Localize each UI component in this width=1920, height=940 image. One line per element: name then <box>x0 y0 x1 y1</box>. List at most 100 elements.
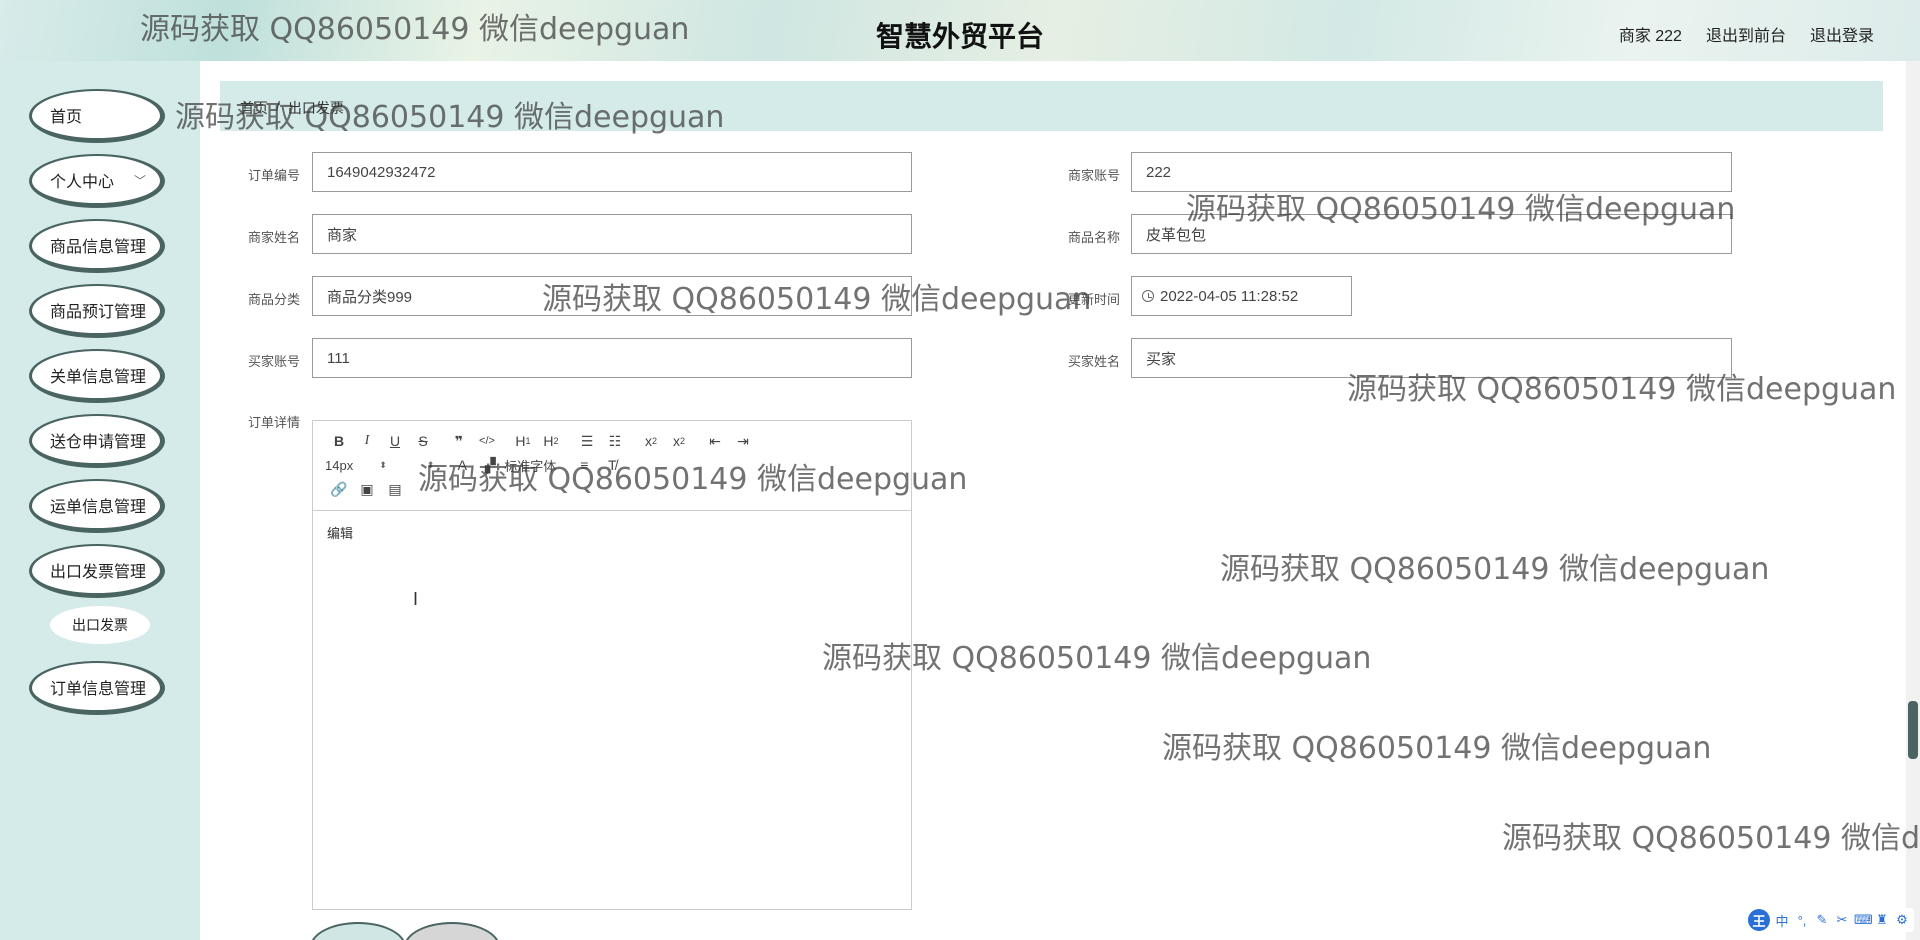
product-category-input[interactable]: 商品分类999 <box>312 276 912 316</box>
update-time-label: 更新时间 <box>1067 292 1120 307</box>
sidebar-item-label: 商品信息管理 <box>50 238 147 256</box>
cancel-button[interactable] <box>404 922 500 940</box>
font-size-select[interactable]: 14px ⬍ <box>325 458 387 473</box>
ordered-list-icon[interactable]: ☰ <box>573 430 601 452</box>
header-1-icon[interactable]: H1 <box>509 430 537 452</box>
ime-toolbar: 王 中 °, ✎ ✂ ⌨ ♜ ⚙ <box>1744 908 1914 932</box>
subscript-icon[interactable]: x2 <box>637 430 665 452</box>
sidebar-item-export-invoice[interactable]: 出口发票管理 <box>29 544 165 598</box>
ime-settings-icon[interactable]: ⚙ <box>1894 912 1910 928</box>
video-icon[interactable]: ▤ <box>381 478 409 500</box>
sidebar-item-order-info[interactable]: 订单信息管理 <box>29 661 165 715</box>
sidebar-item-label: 个人中心 <box>50 173 115 191</box>
breadcrumb-home[interactable]: 首页 <box>240 98 268 118</box>
editor-placeholder: 编辑 <box>327 526 354 541</box>
link-icon[interactable]: 🔗 <box>325 478 353 500</box>
editor-toolbar: B I U S ❞ </> H1 H2 ☰ ☷ x2 x2 ⇤ ⇥ 14px ⬍ … <box>313 421 911 511</box>
select-arrows-icon: ⬍ <box>379 459 387 470</box>
code-block-icon[interactable]: </> <box>473 430 501 452</box>
breadcrumb: 首页 / 出口发票 <box>240 98 344 118</box>
sidebar-item-label: 出口发票管理 <box>50 563 147 581</box>
ime-scissors-icon[interactable]: ✂ <box>1834 912 1850 928</box>
sidebar: 首页 个人中心 ﹀ 商品信息管理 商品预订管理 关单信息管理 送仓申请管理 运单信… <box>0 61 200 940</box>
page-scrollbar[interactable] <box>1906 61 1920 940</box>
font-family-value: 标准字体 <box>504 458 557 474</box>
product-category-label: 商品分类 <box>247 292 300 307</box>
merchant-name-input[interactable]: 商家 <box>312 214 912 254</box>
blockquote-icon[interactable]: ❞ <box>445 430 473 452</box>
ime-keyboard-icon[interactable]: ⌨ <box>1854 912 1873 928</box>
clock-icon <box>1142 290 1154 302</box>
order-no-label: 订单编号 <box>247 168 300 183</box>
scrollbar-thumb[interactable] <box>1908 701 1918 759</box>
sidebar-item-waybill-info[interactable]: 运单信息管理 <box>29 479 165 533</box>
font-family-select[interactable]: 标准字体 <box>504 456 556 475</box>
header-2-icon[interactable]: H2 <box>537 430 565 452</box>
align-icon[interactable]: ≡ <box>570 454 598 476</box>
heading-select[interactable]: ⬍ <box>401 460 435 471</box>
bold-icon[interactable]: B <box>325 430 353 452</box>
ime-language-toggle[interactable]: 中 <box>1774 911 1790 930</box>
clean-format-icon[interactable]: T̸ <box>598 454 626 476</box>
image-icon[interactable]: ▣ <box>353 478 381 500</box>
merchant-account-label: 商家账号 <box>1067 168 1120 183</box>
sidebar-item-product-booking[interactable]: 商品预订管理 <box>29 284 165 338</box>
buyer-account-input[interactable]: 111 <box>312 338 912 378</box>
ime-punctuation-icon[interactable]: °, <box>1794 913 1810 928</box>
indent-icon[interactable]: ⇥ <box>729 430 757 452</box>
product-name-input[interactable]: 皮革包包 <box>1131 214 1732 254</box>
sidebar-item-label: 商品预订管理 <box>50 303 147 321</box>
ime-pen-icon[interactable]: ✎ <box>1814 912 1830 928</box>
order-detail-editor[interactable]: B I U S ❞ </> H1 H2 ☰ ☷ x2 x2 ⇤ ⇥ 14px ⬍ … <box>312 420 912 910</box>
watermark: 源码获取 QQ86050149 微信deepguan <box>1502 821 1920 856</box>
product-name-label: 商品名称 <box>1067 230 1120 245</box>
superscript-icon[interactable]: x2 <box>665 430 693 452</box>
chevron-down-icon: ﹀ <box>133 174 146 188</box>
buyer-account-label: 买家账号 <box>247 354 300 369</box>
merchant-account-input[interactable]: 222 <box>1131 152 1732 192</box>
sidebar-item-label: 首页 <box>50 108 83 126</box>
sidebar-item-product-info[interactable]: 商品信息管理 <box>29 219 165 273</box>
toolbar-row-2: 14px ⬍ ⬍ A ▞ 标准字体 ≡ T̸ <box>325 453 899 477</box>
background-color-icon[interactable]: ▞ <box>476 454 504 476</box>
sidebar-item-personal-center[interactable]: 个人中心 ﹀ <box>29 154 165 208</box>
sidebar-item-label: 运单信息管理 <box>50 498 147 516</box>
sidebar-item-label: 订单信息管理 <box>50 680 147 698</box>
sidebar-item-label: 关单信息管理 <box>50 368 147 386</box>
text-cursor-icon: I <box>413 589 419 609</box>
user-label: 商家 222 <box>1618 28 1682 45</box>
logout-link[interactable]: 退出登录 <box>1810 22 1874 46</box>
breadcrumb-bar: 首页 / 出口发票 <box>220 81 1883 131</box>
editor-content[interactable]: 编辑 I <box>313 511 911 909</box>
outdent-icon[interactable]: ⇤ <box>701 430 729 452</box>
select-arrows-icon: ⬍ <box>426 459 435 470</box>
ime-logo-icon[interactable]: 王 <box>1748 909 1770 931</box>
strikethrough-icon[interactable]: S <box>409 430 437 452</box>
update-time-value: 2022-04-05 11:28:52 <box>1160 287 1299 305</box>
exit-to-front-link[interactable]: 退出到前台 <box>1706 22 1786 46</box>
update-time-picker[interactable]: 2022-04-05 11:28:52 <box>1131 276 1352 316</box>
sidebar-item-label: 送仓申请管理 <box>50 433 147 451</box>
sidebar-subitem-export-invoice[interactable]: 出口发票 <box>50 606 150 644</box>
buyer-name-label: 买家姓名 <box>1067 354 1120 369</box>
sidebar-item-customs-info[interactable]: 关单信息管理 <box>29 349 165 403</box>
toolbar-row-1: B I U S ❞ </> H1 H2 ☰ ☷ x2 x2 ⇤ ⇥ <box>325 429 899 453</box>
text-color-icon[interactable]: A <box>448 454 476 476</box>
submit-button[interactable] <box>310 922 406 940</box>
order-no-input[interactable]: 1649042932472 <box>312 152 912 192</box>
bullet-list-icon[interactable]: ☷ <box>601 430 629 452</box>
font-size-value: 14px <box>325 457 354 473</box>
underline-icon[interactable]: U <box>381 430 409 452</box>
buyer-name-input[interactable]: 买家 <box>1131 338 1732 378</box>
top-header: 智慧外贸平台 商家 222 退出到前台 退出登录 <box>0 0 1920 61</box>
header-user-menu: 商家 222 退出到前台 退出登录 <box>1619 22 1874 46</box>
breadcrumb-separator: / <box>276 98 280 114</box>
sidebar-item-warehouse-request[interactable]: 送仓申请管理 <box>29 414 165 468</box>
ime-skin-icon[interactable]: ♜ <box>1874 912 1890 928</box>
merchant-name-label: 商家姓名 <box>247 230 300 245</box>
sidebar-item-home[interactable]: 首页 <box>29 89 165 143</box>
breadcrumb-current: 出口发票 <box>287 100 344 116</box>
watermark: 源码获取 QQ86050149 微信deepguan <box>1220 552 1770 587</box>
italic-icon[interactable]: I <box>353 430 381 452</box>
toolbar-row-3: 🔗 ▣ ▤ <box>325 477 899 501</box>
